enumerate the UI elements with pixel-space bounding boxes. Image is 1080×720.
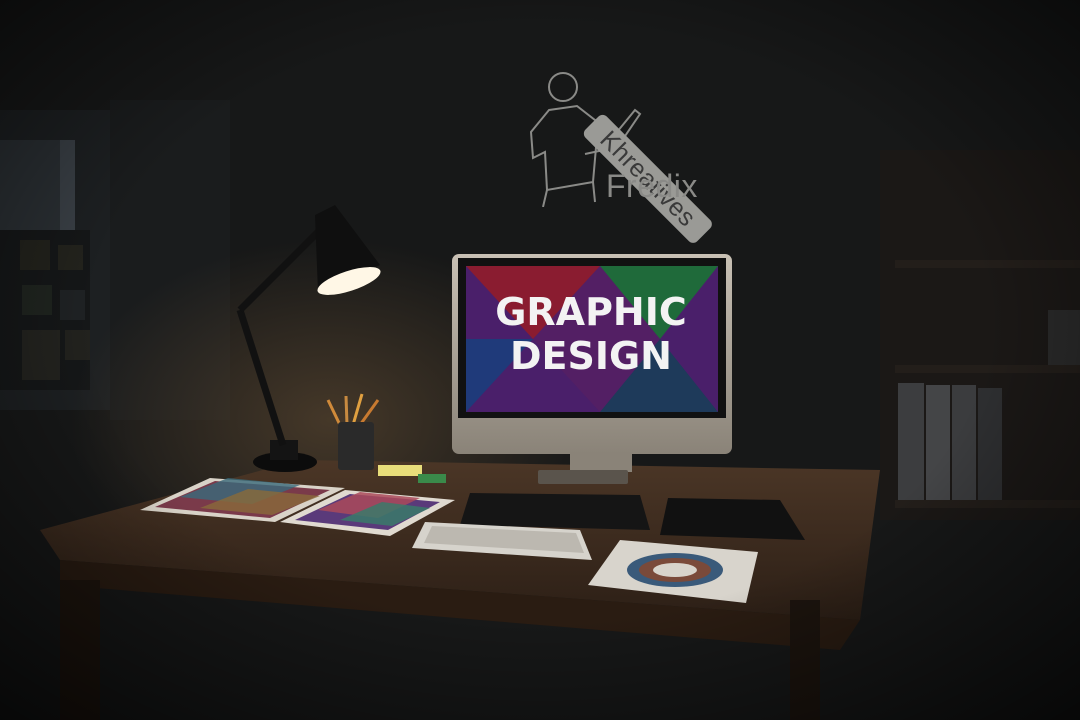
brand-name: Fredix [606,168,698,204]
monitor-headline: GRAPHIC DESIGN [466,290,716,378]
monitor-line-2: DESIGN [509,334,672,378]
dark-desk-scene: Khreatives Fredix GRAPHIC DESIGN [0,0,1080,720]
monitor-line-1: GRAPHIC [495,290,687,334]
